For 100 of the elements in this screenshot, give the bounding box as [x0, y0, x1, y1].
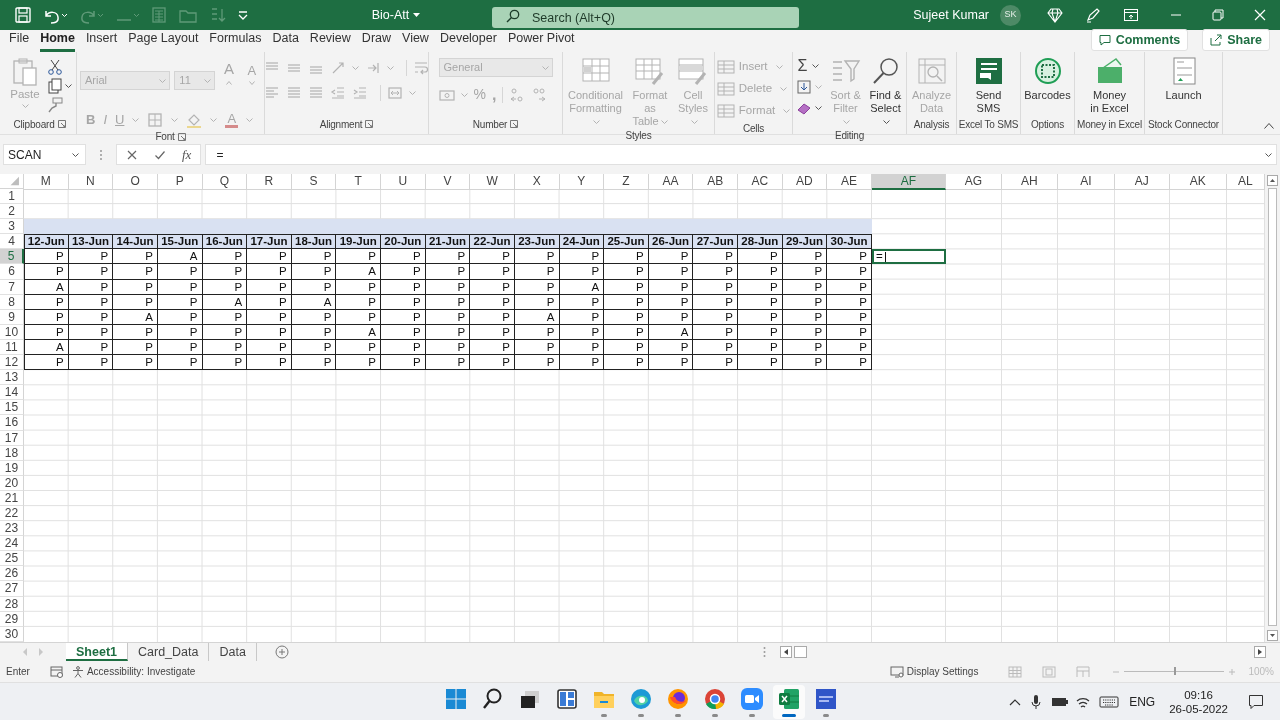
avatar[interactable]: SK	[1000, 4, 1021, 26]
restore-icon[interactable]	[1211, 8, 1225, 22]
scroll-up-icon[interactable]	[1267, 175, 1278, 186]
battery-icon[interactable]	[1051, 696, 1070, 708]
ribbon-button[interactable]: Money in Excel	[1088, 57, 1131, 115]
ribbon-button[interactable]: Send SMS	[970, 57, 1007, 115]
ribbon-display-icon[interactable]	[1123, 7, 1139, 23]
dialog-launcher-icon[interactable]	[57, 120, 66, 128]
zoom-in-icon[interactable]	[1228, 667, 1237, 676]
column-header[interactable]: O	[113, 174, 158, 190]
save-icon[interactable]	[14, 6, 32, 24]
microphone-icon[interactable]	[1031, 694, 1042, 710]
column-header[interactable]: X	[514, 174, 560, 190]
ribbon-tab[interactable]: Review	[309, 29, 351, 52]
row-header[interactable]: 23	[0, 521, 24, 537]
sheet-tab[interactable]: Data	[209, 643, 257, 661]
row-header[interactable]: 2	[0, 204, 24, 220]
notification-icon[interactable]	[1248, 694, 1264, 710]
sheet-tab[interactable]: Card_Data	[128, 643, 210, 661]
caret-icon[interactable]	[65, 84, 72, 88]
scroll-thumb[interactable]	[794, 646, 807, 658]
active-cell[interactable]: =	[871, 249, 946, 265]
more-icon[interactable]	[98, 147, 104, 162]
comments-button[interactable]: Comments	[1090, 29, 1189, 51]
column-header[interactable]: S	[291, 174, 337, 190]
ribbon-tab[interactable]: Draw	[361, 29, 392, 52]
column-header[interactable]: AK	[1169, 174, 1227, 190]
clock-date[interactable]: 26-05-2022	[1169, 702, 1228, 716]
ribbon-button[interactable]: Find & Select	[867, 57, 904, 128]
ribbon-tab[interactable]: Developer	[439, 29, 497, 52]
autosum-button[interactable]: Σ	[795, 58, 810, 74]
row-header[interactable]: 25	[0, 551, 24, 567]
next-sheet-icon[interactable]	[38, 648, 44, 656]
pen-icon[interactable]	[1085, 7, 1101, 23]
page-break-icon[interactable]	[1076, 665, 1091, 678]
column-header[interactable]: AC	[738, 174, 783, 190]
scissors-icon[interactable]	[47, 59, 63, 75]
row-header[interactable]: 16	[0, 415, 24, 431]
normal-view-icon[interactable]	[1008, 665, 1023, 678]
formula-field[interactable]: =	[205, 144, 1277, 165]
column-header[interactable]: AJ	[1114, 174, 1170, 190]
splitter-icon[interactable]	[763, 646, 766, 658]
row-header[interactable]: 4	[0, 234, 24, 250]
page-layout-icon[interactable]	[1042, 665, 1057, 678]
caret-icon[interactable]	[883, 120, 890, 125]
ribbon-button[interactable]: Barcodes	[1022, 57, 1073, 102]
row-header[interactable]: 6	[0, 264, 24, 280]
row-header[interactable]: 5	[0, 249, 24, 265]
add-sheet-icon[interactable]	[274, 645, 289, 659]
collapse-ribbon-icon[interactable]	[1264, 123, 1274, 129]
scroll-thumb[interactable]	[1268, 188, 1277, 626]
name-box[interactable]: SCAN	[3, 144, 86, 165]
column-header[interactable]: AF	[871, 174, 946, 190]
horizontal-scrollbar[interactable]	[780, 645, 1266, 659]
row-header[interactable]: 14	[0, 385, 24, 401]
cancel-icon[interactable]	[126, 148, 138, 161]
column-header[interactable]: W	[470, 174, 515, 190]
wifi-icon[interactable]	[1075, 695, 1092, 709]
column-header[interactable]: AH	[1001, 174, 1058, 190]
column-header[interactable]: Z	[604, 174, 649, 190]
column-header[interactable]: U	[381, 174, 426, 190]
column-header[interactable]: T	[336, 174, 381, 190]
column-header[interactable]: V	[425, 174, 471, 190]
accessibility-button[interactable]: Accessibility: Investigate	[71, 664, 196, 679]
row-header[interactable]: 15	[0, 400, 24, 416]
row-header[interactable]: 13	[0, 370, 24, 386]
row-header[interactable]: 27	[0, 581, 24, 597]
enter-icon[interactable]	[154, 148, 166, 161]
column-header[interactable]: M	[24, 174, 69, 190]
vertical-scrollbar[interactable]	[1265, 174, 1280, 642]
search-icon[interactable]	[506, 8, 520, 23]
column-header[interactable]: Y	[559, 174, 605, 190]
caret-icon[interactable]	[72, 152, 79, 157]
scroll-left-icon[interactable]	[780, 646, 792, 658]
ribbon-tab[interactable]: Data	[272, 29, 299, 52]
column-header[interactable]: AB	[693, 174, 738, 190]
column-header[interactable]: AG	[945, 174, 1002, 190]
search-field[interactable]: Search (Alt+Q)	[492, 7, 799, 28]
row-header[interactable]: 24	[0, 536, 24, 552]
ribbon-button[interactable]: Launch	[1163, 57, 1204, 102]
ribbon-tab[interactable]: Formulas	[209, 29, 262, 52]
close-icon[interactable]	[1253, 8, 1267, 22]
scroll-down-icon[interactable]	[1267, 630, 1278, 641]
column-header[interactable]: AD	[782, 174, 828, 190]
ribbon-tab[interactable]: File	[9, 29, 30, 52]
column-header[interactable]: AL	[1226, 174, 1265, 190]
sheet-tab[interactable]: Sheet1	[66, 643, 128, 661]
previous-sheet-icon[interactable]	[22, 648, 28, 656]
caret-icon[interactable]	[1265, 152, 1272, 157]
macro-icon[interactable]	[49, 665, 64, 678]
column-header[interactable]: AE	[827, 174, 872, 190]
format-painter-icon[interactable]	[47, 97, 63, 113]
fill-down-icon[interactable]	[795, 79, 812, 95]
caret-icon[interactable]	[814, 106, 822, 110]
row-header[interactable]: 3	[0, 219, 24, 235]
input-language[interactable]: ENG	[1129, 693, 1156, 711]
ribbon-tab[interactable]: Home	[40, 29, 75, 52]
chevron-up-icon[interactable]	[1009, 698, 1022, 706]
column-header[interactable]: AI	[1057, 174, 1115, 190]
ribbon-tab[interactable]: View	[402, 29, 429, 52]
